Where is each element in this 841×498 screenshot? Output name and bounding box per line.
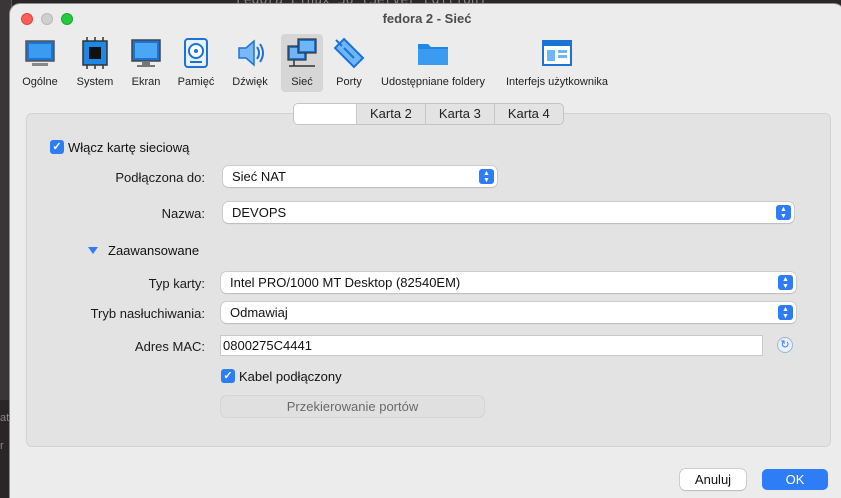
cancel-button[interactable]: Anuluj — [680, 469, 746, 490]
name-label: Nazwa: — [161, 206, 205, 221]
ok-button[interactable]: OK — [762, 469, 828, 490]
toolbar-item-network[interactable]: Sieć — [281, 34, 323, 92]
attached-to-value: Sieć NAT — [232, 169, 286, 184]
toolbar-item-user-interface[interactable]: Interfejs użytkownika — [504, 34, 610, 92]
toolbar-item-system[interactable]: System — [70, 34, 120, 92]
network-panel: ✓ Włącz kartę sieciową Podłączona do: Si… — [26, 113, 831, 447]
window-title: fedora 2 - Sieć — [382, 11, 472, 26]
advanced-section-label[interactable]: Zaawansowane — [108, 243, 199, 258]
refresh-mac-icon[interactable]: ↻ — [777, 337, 793, 353]
stepper-icon: ▲ ▼ — [479, 169, 494, 184]
stepper-icon: ▲ ▼ — [776, 205, 791, 220]
disclosure-triangle-icon[interactable] — [88, 247, 98, 254]
network-name-value: DEVOPS — [232, 205, 287, 220]
attached-to-select[interactable]: Sieć NAT ▲ ▼ — [223, 166, 497, 187]
settings-dialog: fedora 2 - Sieć Ogólne System Ekran Pami… — [10, 4, 841, 498]
folder-icon — [416, 36, 450, 70]
general-icon — [23, 36, 57, 70]
stepper-icon: ▲ ▼ — [778, 305, 793, 320]
toolbar-item-storage[interactable]: Pamięć — [174, 34, 218, 92]
mac-address-field[interactable]: 0800275C4441 — [220, 335, 763, 356]
mac-address-label: Adres MAC: — [134, 339, 205, 354]
attached-to-label: Podłączona do: — [115, 170, 205, 185]
adapter-type-select[interactable]: Intel PRO/1000 MT Desktop (82540EM) ▲ ▼ — [221, 272, 796, 293]
stepper-icon: ▲ ▼ — [778, 275, 793, 290]
chip-icon — [78, 36, 112, 70]
toolbar-item-shared-folders[interactable]: Udostępniane foldery — [378, 34, 488, 92]
enable-adapter-checkbox[interactable]: ✓ — [50, 140, 64, 154]
disk-icon — [179, 36, 213, 70]
network-name-select[interactable]: DEVOPS ▲ ▼ — [223, 202, 794, 223]
toolbar-item-ports[interactable]: Porty — [330, 34, 368, 92]
titlebar: fedora 2 - Sieć — [10, 4, 841, 32]
adapter-tabs: Karta 2 Karta 3 Karta 4 — [293, 103, 564, 125]
background-text: r — [0, 440, 4, 452]
promiscuous-mode-value: Odmawiaj — [230, 305, 288, 320]
tab-adapter-2[interactable]: Karta 2 — [356, 104, 425, 124]
toolbar-item-display[interactable]: Ekran — [124, 34, 168, 92]
enable-adapter-label: Włącz kartę sieciową — [68, 140, 190, 155]
tab-adapter-3[interactable]: Karta 3 — [424, 104, 494, 124]
toolbar-item-audio[interactable]: Dźwięk — [228, 34, 272, 92]
cable-connected-label: Kabel podłączony — [239, 369, 342, 384]
tab-adapter-4[interactable]: Karta 4 — [493, 104, 563, 124]
toolbar-item-general[interactable]: Ogólne — [16, 34, 64, 92]
adapter-type-value: Intel PRO/1000 MT Desktop (82540EM) — [230, 275, 461, 290]
promiscuous-mode-select[interactable]: Odmawiaj ▲ ▼ — [221, 302, 796, 323]
promiscuous-mode-label: Tryb nasłuchiwania: — [90, 306, 205, 321]
port-forwarding-button[interactable]: Przekierowanie portów — [221, 396, 484, 417]
window-icon — [540, 36, 574, 70]
ports-icon — [332, 36, 366, 70]
network-icon — [285, 36, 319, 70]
cable-connected-checkbox[interactable]: ✓ — [221, 369, 235, 383]
speaker-icon — [233, 36, 267, 70]
tab-adapter-1[interactable] — [294, 104, 356, 124]
adapter-type-label: Typ karty: — [148, 276, 205, 291]
toolbar: Ogólne System Ekran Pamięć Dźwięk Sieć P… — [10, 34, 841, 92]
monitor-icon — [129, 36, 163, 70]
